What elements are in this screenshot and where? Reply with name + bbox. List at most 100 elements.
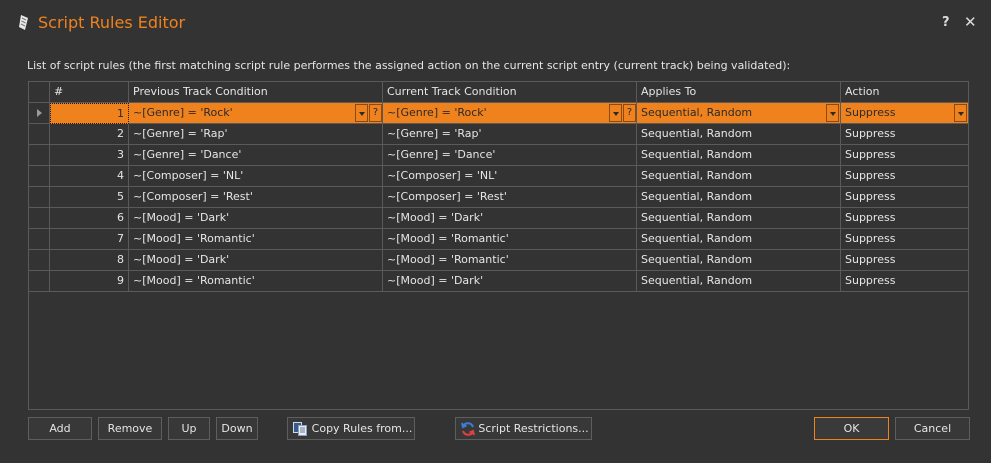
previous-condition-editor[interactable]: ~[Genre] = 'Rock' ? bbox=[129, 103, 383, 124]
previous-condition-cell[interactable]: ~[Mood] = 'Dark' bbox=[129, 208, 383, 229]
cancel-button[interactable]: Cancel bbox=[895, 417, 970, 440]
column-header-current-condition[interactable]: Current Track Condition bbox=[383, 82, 637, 103]
action-value[interactable]: Suppress bbox=[845, 103, 895, 123]
row-pointer-icon bbox=[37, 109, 42, 117]
row-number[interactable]: 4 bbox=[50, 166, 129, 187]
table-row[interactable]: 5 ~[Composer] = 'Rest' ~[Composer] = 'Re… bbox=[29, 187, 968, 208]
action-cell[interactable]: Suppress bbox=[841, 166, 968, 187]
current-condition-cell[interactable]: ~[Genre] = 'Rap' bbox=[383, 124, 637, 145]
row-indicator bbox=[29, 166, 50, 187]
previous-condition-cell[interactable]: ~[Composer] = 'NL' bbox=[129, 166, 383, 187]
copy-rules-button[interactable]: Copy Rules from... bbox=[287, 417, 415, 440]
applies-to-cell[interactable]: Sequential, Random bbox=[637, 229, 841, 250]
current-condition-editor[interactable]: ~[Genre] = 'Rock' ? bbox=[383, 103, 637, 124]
applies-to-editor[interactable]: Sequential, Random bbox=[637, 103, 841, 124]
current-condition-help-button[interactable]: ? bbox=[623, 104, 636, 122]
action-cell[interactable]: Suppress bbox=[841, 271, 968, 292]
header-indicator-cell bbox=[29, 82, 50, 103]
current-condition-cell[interactable]: ~[Mood] = 'Romantic' bbox=[383, 250, 637, 271]
copy-rules-label: Copy Rules from... bbox=[311, 422, 413, 435]
applies-to-cell[interactable]: Sequential, Random bbox=[637, 250, 841, 271]
row-indicator bbox=[29, 103, 50, 124]
description-label: List of script rules (the first matching… bbox=[27, 59, 791, 72]
applies-to-dropdown-icon[interactable] bbox=[826, 104, 839, 122]
previous-condition-help-button[interactable]: ? bbox=[369, 104, 382, 122]
row-number[interactable]: 5 bbox=[50, 187, 129, 208]
current-condition-dropdown-icon[interactable] bbox=[609, 104, 622, 122]
current-condition-cell[interactable]: ~[Composer] = 'Rest' bbox=[383, 187, 637, 208]
applies-to-cell[interactable]: Sequential, Random bbox=[637, 271, 841, 292]
applies-to-cell[interactable]: Sequential, Random bbox=[637, 145, 841, 166]
previous-condition-cell[interactable]: ~[Genre] = 'Dance' bbox=[129, 145, 383, 166]
action-dropdown-icon[interactable] bbox=[954, 104, 967, 122]
current-condition-cell[interactable]: ~[Mood] = 'Dark' bbox=[383, 208, 637, 229]
close-button[interactable]: ✕ bbox=[964, 13, 977, 31]
add-button[interactable]: Add bbox=[28, 417, 92, 440]
row-indicator bbox=[29, 145, 50, 166]
action-cell[interactable]: Suppress bbox=[841, 208, 968, 229]
column-header-previous-condition[interactable]: Previous Track Condition bbox=[129, 82, 383, 103]
row-number[interactable]: 8 bbox=[50, 250, 129, 271]
action-cell[interactable]: Suppress bbox=[841, 124, 968, 145]
down-button[interactable]: Down bbox=[216, 417, 258, 440]
row-number[interactable]: 7 bbox=[50, 229, 129, 250]
action-cell[interactable]: Suppress bbox=[841, 187, 968, 208]
row-number[interactable]: 9 bbox=[50, 271, 129, 292]
row-number[interactable]: 3 bbox=[50, 145, 129, 166]
table-row[interactable]: 1 ~[Genre] = 'Rock' ? ~[Genre] = 'Rock' … bbox=[29, 103, 968, 124]
previous-condition-cell[interactable]: ~[Mood] = 'Dark' bbox=[129, 250, 383, 271]
action-editor[interactable]: Suppress bbox=[841, 103, 968, 124]
applies-to-value[interactable]: Sequential, Random bbox=[641, 103, 752, 123]
remove-button[interactable]: Remove bbox=[98, 417, 162, 440]
row-number[interactable]: 2 bbox=[50, 124, 129, 145]
column-header-number[interactable]: # bbox=[50, 82, 129, 103]
current-condition-cell[interactable]: ~[Mood] = 'Dark' bbox=[383, 271, 637, 292]
current-condition-cell[interactable]: ~[Composer] = 'NL' bbox=[383, 166, 637, 187]
row-indicator bbox=[29, 271, 50, 292]
window-title: Script Rules Editor bbox=[38, 13, 186, 32]
row-indicator bbox=[29, 187, 50, 208]
current-condition-cell[interactable]: ~[Mood] = 'Romantic' bbox=[383, 229, 637, 250]
title-bar: Script Rules Editor ? ✕ bbox=[0, 0, 991, 48]
column-header-action[interactable]: Action bbox=[841, 82, 968, 103]
row-indicator bbox=[29, 229, 50, 250]
applies-to-cell[interactable]: Sequential, Random bbox=[637, 208, 841, 229]
previous-condition-value[interactable]: ~[Genre] = 'Rock' bbox=[133, 103, 233, 123]
action-cell[interactable]: Suppress bbox=[841, 145, 968, 166]
copy-icon bbox=[293, 422, 307, 436]
grid-header: # Previous Track Condition Current Track… bbox=[29, 82, 968, 103]
refresh-icon bbox=[461, 422, 475, 436]
help-button[interactable]: ? bbox=[942, 15, 950, 30]
previous-condition-cell[interactable]: ~[Composer] = 'Rest' bbox=[129, 187, 383, 208]
previous-condition-dropdown-icon[interactable] bbox=[355, 104, 368, 122]
row-number[interactable]: 6 bbox=[50, 208, 129, 229]
action-cell[interactable]: Suppress bbox=[841, 250, 968, 271]
rules-grid[interactable]: # Previous Track Condition Current Track… bbox=[28, 81, 969, 410]
action-cell[interactable]: Suppress bbox=[841, 229, 968, 250]
applies-to-cell[interactable]: Sequential, Random bbox=[637, 124, 841, 145]
previous-condition-cell[interactable]: ~[Genre] = 'Rap' bbox=[129, 124, 383, 145]
up-button[interactable]: Up bbox=[168, 417, 210, 440]
row-indicator bbox=[29, 124, 50, 145]
row-indicator bbox=[29, 250, 50, 271]
table-row[interactable]: 4 ~[Composer] = 'NL' ~[Composer] = 'NL' … bbox=[29, 166, 968, 187]
current-condition-cell[interactable]: ~[Genre] = 'Dance' bbox=[383, 145, 637, 166]
script-icon bbox=[19, 15, 28, 30]
ok-button[interactable]: OK bbox=[814, 417, 889, 440]
row-indicator bbox=[29, 208, 50, 229]
applies-to-cell[interactable]: Sequential, Random bbox=[637, 166, 841, 187]
table-row[interactable]: 9 ~[Mood] = 'Romantic' ~[Mood] = 'Dark' … bbox=[29, 271, 968, 292]
current-condition-value[interactable]: ~[Genre] = 'Rock' bbox=[387, 103, 487, 123]
script-restrictions-label: Script Restrictions... bbox=[478, 422, 589, 435]
table-row[interactable]: 8 ~[Mood] = 'Dark' ~[Mood] = 'Romantic' … bbox=[29, 250, 968, 271]
applies-to-cell[interactable]: Sequential, Random bbox=[637, 187, 841, 208]
previous-condition-cell[interactable]: ~[Mood] = 'Romantic' bbox=[129, 229, 383, 250]
row-number[interactable]: 1 bbox=[50, 103, 129, 124]
table-row[interactable]: 2 ~[Genre] = 'Rap' ~[Genre] = 'Rap' Sequ… bbox=[29, 124, 968, 145]
table-row[interactable]: 7 ~[Mood] = 'Romantic' ~[Mood] = 'Romant… bbox=[29, 229, 968, 250]
table-row[interactable]: 6 ~[Mood] = 'Dark' ~[Mood] = 'Dark' Sequ… bbox=[29, 208, 968, 229]
previous-condition-cell[interactable]: ~[Mood] = 'Romantic' bbox=[129, 271, 383, 292]
table-row[interactable]: 3 ~[Genre] = 'Dance' ~[Genre] = 'Dance' … bbox=[29, 145, 968, 166]
column-header-applies-to[interactable]: Applies To bbox=[637, 82, 841, 103]
script-restrictions-button[interactable]: Script Restrictions... bbox=[455, 417, 592, 440]
